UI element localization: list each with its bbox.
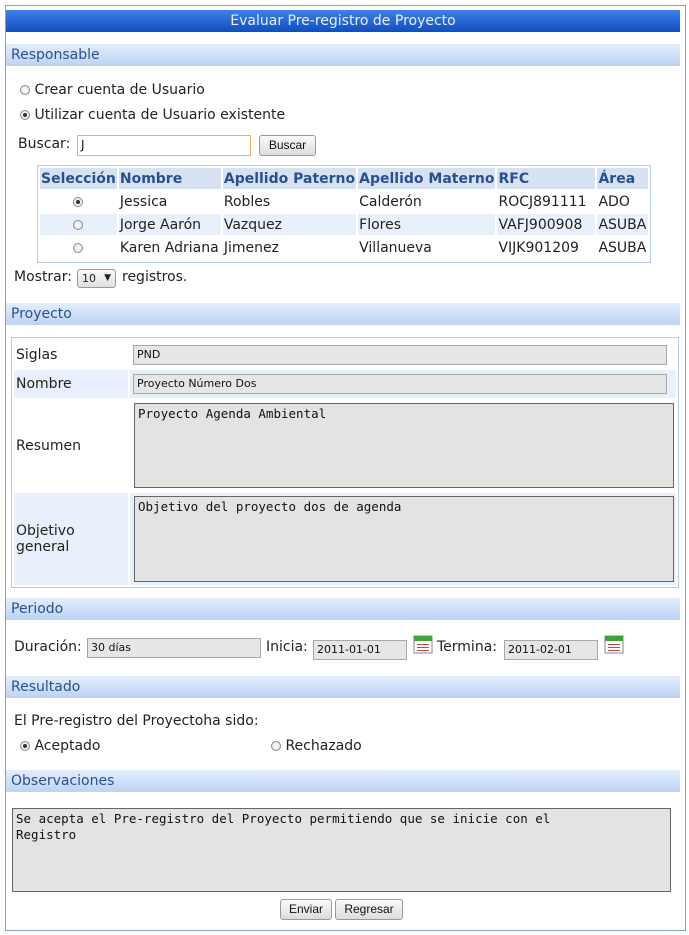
- col-rfc: RFC: [497, 168, 596, 189]
- cell-rfc: VAFJ900908: [497, 214, 596, 235]
- row-radio[interactable]: [73, 242, 84, 253]
- back-button[interactable]: Regresar: [335, 899, 403, 920]
- cell-area: ASUBA: [597, 214, 648, 235]
- section-resultado: Resultado: [6, 676, 680, 698]
- radio-aceptado[interactable]: [20, 741, 30, 751]
- objetivo-cell: Objetivo del proyecto dos de agenda: [130, 493, 676, 585]
- cell-materno: Calderón: [359, 193, 422, 210]
- col-apellido-paterno: Apellido Paterno: [222, 168, 357, 189]
- table-row[interactable]: Jessica Robles Calderón ROCJ891111 ADO: [40, 191, 648, 212]
- users-table: Selección Nombre Apellido Paterno Apelli…: [37, 165, 651, 263]
- show-suffix: registros.: [122, 269, 188, 285]
- option-existing-account-label: Utilizar cuenta de Usuario existente: [34, 107, 286, 123]
- cell-area: ADO: [598, 193, 630, 210]
- col-seleccion: Selección: [40, 168, 117, 189]
- col-area: Área: [597, 168, 648, 189]
- col-apellido-materno: Apellido Materno: [358, 168, 496, 189]
- termina-input[interactable]: 2011-02-01: [504, 640, 598, 660]
- cell-materno: Flores: [358, 214, 496, 235]
- row-objetivo: Objetivo general Objetivo del proyecto d…: [14, 493, 676, 585]
- col-nombre: Nombre: [118, 168, 221, 189]
- section-periodo: Periodo: [6, 598, 680, 620]
- option-existing-account[interactable]: Utilizar cuenta de Usuario existente: [20, 107, 285, 123]
- nombre-label: Nombre: [14, 370, 128, 398]
- termina-label: Termina:: [437, 639, 497, 655]
- option-rechazado[interactable]: Rechazado: [271, 738, 362, 754]
- section-proyecto: Proyecto: [6, 303, 680, 325]
- cell-paterno: Robles: [223, 193, 271, 210]
- option-aceptado-label: Aceptado: [34, 738, 101, 754]
- option-aceptado[interactable]: Aceptado: [20, 738, 101, 754]
- search-input[interactable]: J: [77, 135, 251, 156]
- radio-existing-account[interactable]: [20, 110, 30, 120]
- siglas-label: Siglas: [16, 346, 58, 363]
- section-observaciones: Observaciones: [6, 770, 680, 792]
- cell-rfc: VIJK901209: [498, 239, 579, 256]
- row-select-cell[interactable]: [40, 237, 117, 258]
- siglas-input[interactable]: PND: [133, 345, 667, 365]
- row-radio[interactable]: [73, 219, 84, 230]
- users-table-header: Selección Nombre Apellido Paterno Apelli…: [40, 168, 648, 189]
- table-row[interactable]: Karen Adriana Jimenez Villanueva VIJK901…: [40, 237, 648, 258]
- cell-materno: Villanueva: [359, 239, 432, 256]
- resultado-question: El Pre-registro del Proyectoha sido:: [14, 713, 259, 729]
- option-create-account[interactable]: Crear cuenta de Usuario: [20, 82, 205, 98]
- cell-area: ASUBA: [598, 239, 647, 256]
- row-radio[interactable]: [73, 196, 84, 207]
- row-select-cell[interactable]: [40, 191, 117, 212]
- cell-paterno: Vazquez: [222, 214, 357, 235]
- page-size-value: 10: [82, 272, 96, 285]
- calendar-icon[interactable]: [604, 634, 624, 654]
- option-create-account-label: Crear cuenta de Usuario: [34, 82, 205, 98]
- chevron-down-icon: ▼: [104, 273, 111, 283]
- cell-nombre: Jessica: [119, 193, 168, 210]
- option-rechazado-label: Rechazado: [285, 738, 362, 754]
- resumen-textarea[interactable]: Proyecto Agenda Ambiental: [134, 403, 674, 488]
- section-responsable: Responsable: [6, 44, 680, 66]
- row-siglas: Siglas PND: [14, 341, 676, 368]
- cell-nombre: Karen Adriana: [119, 239, 219, 256]
- cell-rfc: ROCJ891111: [498, 193, 587, 210]
- row-nombre: Nombre Proyecto Número Dos: [14, 370, 676, 398]
- search-button[interactable]: Buscar: [259, 135, 316, 156]
- inicia-input[interactable]: 2011-01-01: [313, 640, 407, 660]
- row-resumen: Resumen Proyecto Agenda Ambiental: [14, 400, 676, 491]
- project-form-table: Siglas PND Nombre Proyecto Número Dos Re…: [11, 337, 679, 588]
- search-label: Buscar:: [18, 136, 71, 152]
- siglas-cell: PND: [130, 341, 676, 368]
- cell-paterno: Jimenez: [223, 239, 279, 256]
- observaciones-textarea[interactable]: Se acepta el Pre-registro del Proyecto p…: [12, 808, 671, 892]
- resumen-cell: Proyecto Agenda Ambiental: [130, 400, 676, 491]
- inicia-label: Inicia:: [266, 639, 308, 655]
- objetivo-label: Objetivo general: [14, 493, 128, 585]
- page-size-select[interactable]: 10 ▼: [77, 269, 116, 288]
- radio-create-account[interactable]: [20, 85, 30, 95]
- nombre-cell: Proyecto Número Dos: [130, 370, 676, 398]
- submit-button[interactable]: Enviar: [280, 899, 332, 920]
- show-label: Mostrar:: [14, 269, 72, 285]
- table-row[interactable]: Jorge Aarón Vazquez Flores VAFJ900908 AS…: [40, 214, 648, 235]
- resumen-label: Resumen: [16, 437, 82, 454]
- page-title: Evaluar Pre-registro de Proyecto: [6, 10, 680, 32]
- cell-nombre: Jorge Aarón: [118, 214, 221, 235]
- radio-rechazado[interactable]: [271, 741, 281, 751]
- calendar-icon[interactable]: [413, 634, 433, 654]
- objetivo-textarea[interactable]: Objetivo del proyecto dos de agenda: [134, 496, 674, 582]
- row-select-cell[interactable]: [40, 214, 117, 235]
- duracion-label: Duración:: [14, 639, 82, 655]
- duracion-input[interactable]: 30 días: [87, 638, 261, 658]
- nombre-input[interactable]: Proyecto Número Dos: [133, 374, 667, 394]
